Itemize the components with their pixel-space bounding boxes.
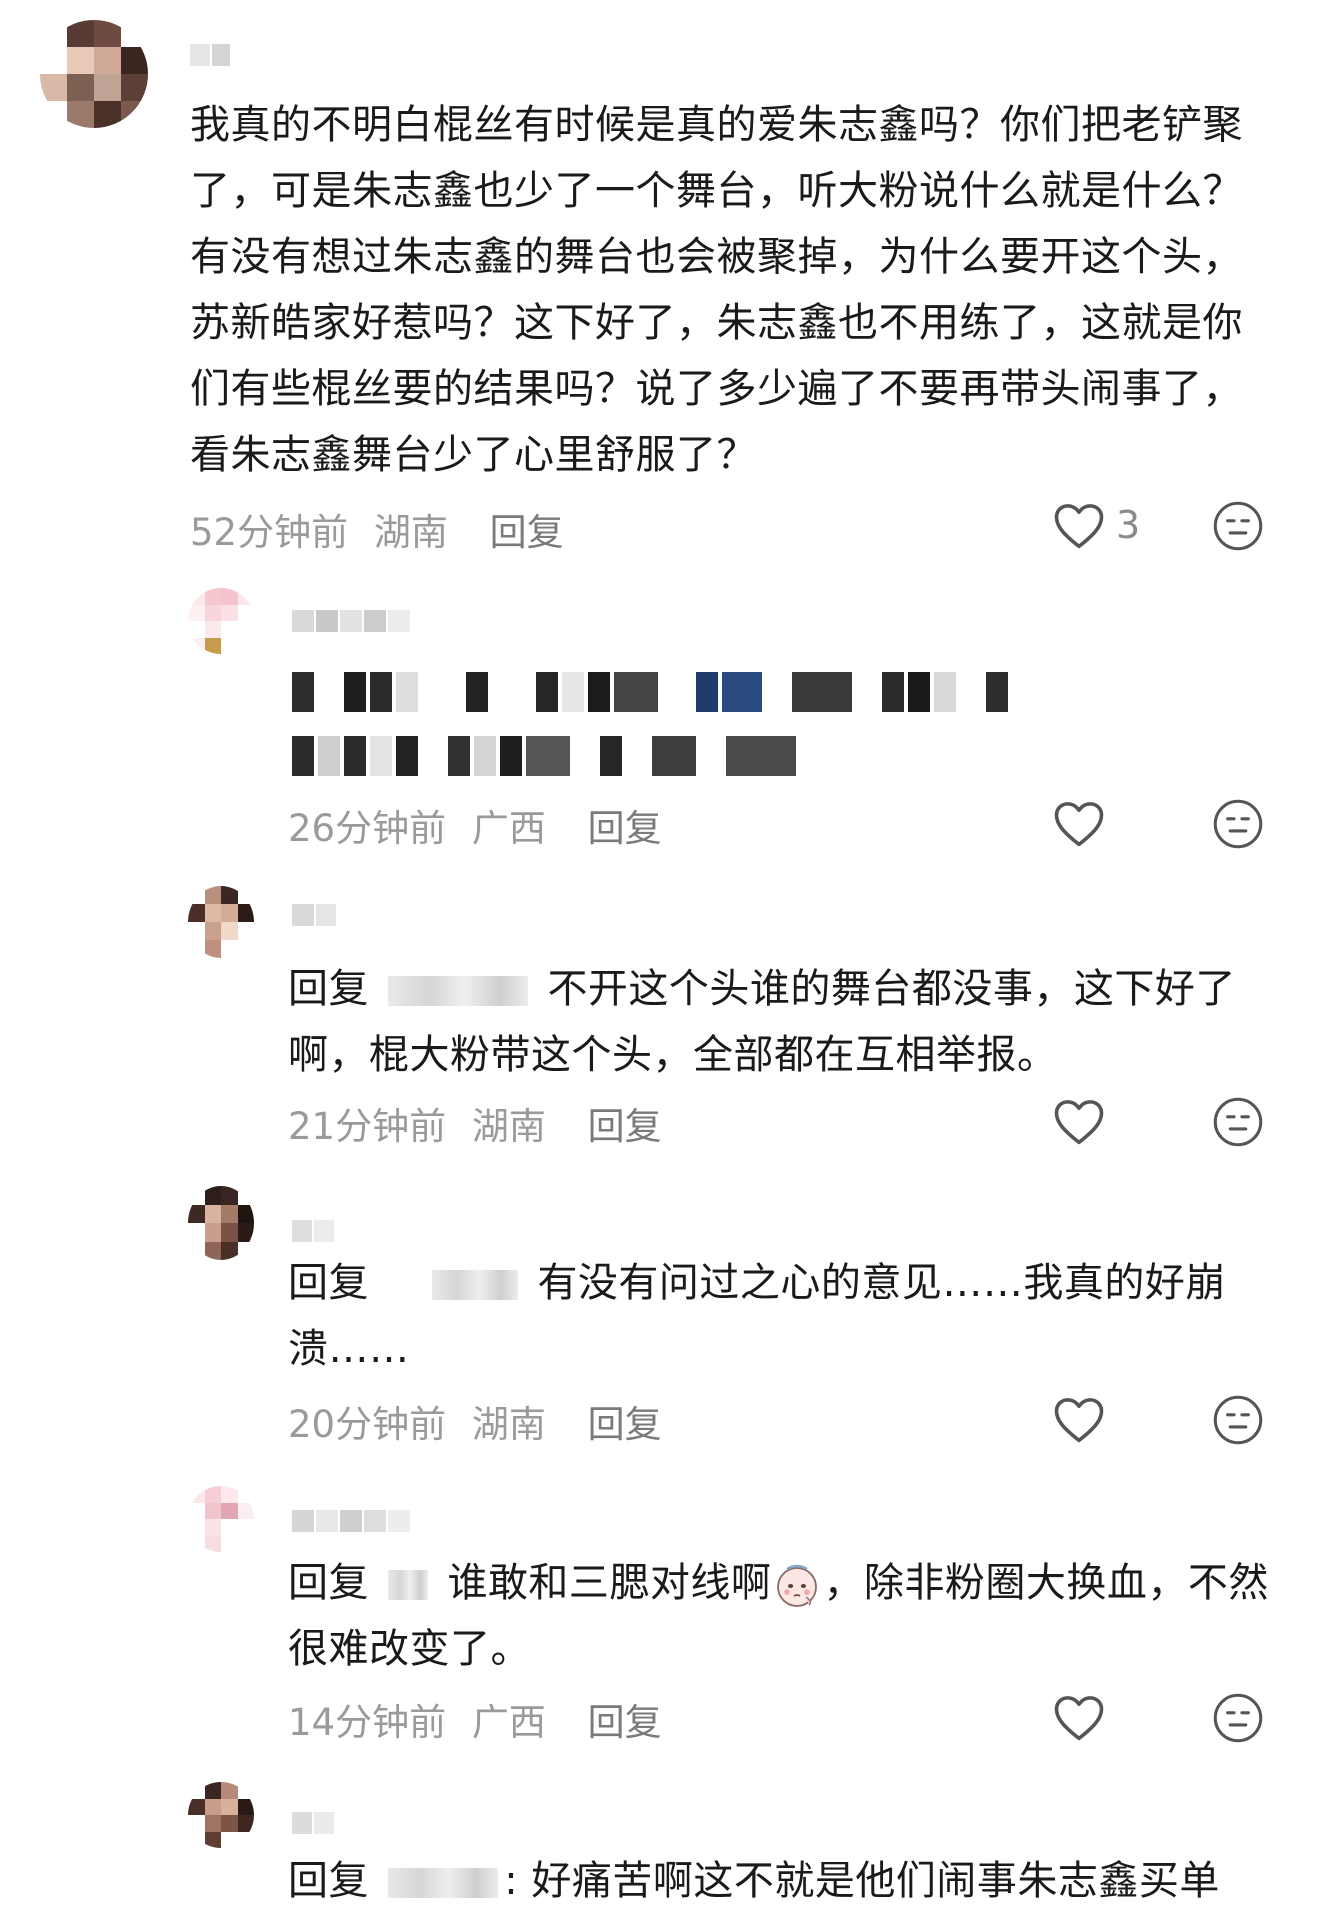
like-button[interactable]	[1052, 1692, 1106, 1742]
avatar[interactable]	[188, 886, 254, 958]
reply-button[interactable]: 回复	[490, 511, 564, 554]
reply-prefix: 回复	[288, 1260, 369, 1306]
reply-text: : 好痛苦啊这不就是他们闹事朱志鑫买单	[504, 1858, 1220, 1904]
reply-button[interactable]: 回复	[588, 1701, 662, 1744]
avatar[interactable]	[188, 1486, 254, 1552]
blurred-comment-line-1	[292, 672, 1008, 712]
username-blurred[interactable]	[292, 610, 410, 632]
timestamp: 21分钟前	[288, 1105, 447, 1148]
avatar[interactable]	[188, 1782, 254, 1848]
region: 湖南	[471, 1105, 546, 1148]
reply-text: 有没有问过之心的意见……我真的好崩溃……	[288, 1260, 1226, 1372]
timestamp: 52分钟前	[190, 511, 349, 554]
timestamp: 14分钟前	[288, 1701, 447, 1744]
region: 广西	[471, 807, 546, 850]
region: 湖南	[471, 1403, 546, 1446]
comment-meta: 52分钟前 湖南 回复	[190, 502, 564, 556]
comment-text: 回复 : 好痛苦啊这不就是他们闹事朱志鑫买单	[288, 1848, 1288, 1914]
region: 广西	[471, 1701, 546, 1744]
timestamp: 20分钟前	[288, 1403, 447, 1446]
username-blurred[interactable]	[190, 44, 230, 66]
comment-text: 回复 不开这个头谁的舞台都没事，这下好了啊，棍大粉带这个头，全部都在互相举报。	[288, 956, 1288, 1088]
timestamp: 26分钟前	[288, 807, 447, 850]
comment-text: 我真的不明白棍丝有时候是真的爱朱志鑫吗？你们把老铲聚了，可是朱志鑫也少了一个舞台…	[190, 102, 1243, 478]
mention-blurred[interactable]	[388, 976, 529, 1006]
avatar[interactable]	[40, 20, 148, 128]
avatar[interactable]	[188, 1186, 254, 1260]
like-button[interactable]	[1052, 1096, 1106, 1146]
avatar[interactable]	[188, 588, 254, 654]
reply-button[interactable]: 回复	[588, 807, 662, 850]
mention-blurred[interactable]	[388, 1570, 429, 1600]
like-count: 3	[1116, 503, 1141, 547]
comment-text: 回复 有没有问过之心的意见……我真的好崩溃……	[288, 1250, 1268, 1382]
comment-meta: 26分钟前 广西 回复	[288, 798, 662, 852]
heart-outline-icon	[1054, 1696, 1104, 1741]
blurred-comment-line-2	[292, 736, 796, 776]
region: 湖南	[373, 511, 448, 554]
username-blurred[interactable]	[292, 1812, 334, 1834]
heart-outline-icon	[1054, 504, 1104, 549]
comment-meta: 21分钟前 湖南 回复	[288, 1096, 662, 1150]
heart-outline-icon	[1054, 802, 1104, 847]
username-blurred[interactable]	[292, 1220, 334, 1242]
reply-prefix: 回复	[288, 1858, 369, 1904]
username-blurred[interactable]	[292, 1510, 410, 1532]
mention-blurred[interactable]	[388, 1868, 499, 1898]
reply-prefix: 回复	[288, 966, 369, 1012]
comment-meta: 20分钟前 湖南 回复	[288, 1394, 662, 1448]
username-blurred[interactable]	[292, 904, 336, 926]
reply-text: 谁敢和三腮对线啊	[447, 1560, 772, 1606]
heart-outline-icon	[1054, 1398, 1104, 1443]
neutral-face-icon[interactable]	[1212, 1394, 1264, 1446]
like-button[interactable]	[1052, 1394, 1106, 1444]
heart-outline-icon	[1054, 1100, 1104, 1145]
like-button[interactable]	[1052, 798, 1106, 848]
like-button[interactable]: 3	[1052, 500, 1140, 550]
crying-face-emoji-icon	[777, 1564, 818, 1607]
reply-prefix: 回复	[288, 1560, 369, 1606]
neutral-face-icon[interactable]	[1212, 798, 1264, 850]
neutral-face-icon[interactable]	[1212, 1692, 1264, 1744]
neutral-face-icon[interactable]	[1212, 500, 1264, 552]
reply-button[interactable]: 回复	[588, 1403, 662, 1446]
comment-text: 回复 谁敢和三腮对线啊 ，除非粉圈大换血，不然很难改变了。	[288, 1550, 1278, 1682]
mention-blurred[interactable]	[432, 1270, 519, 1300]
neutral-face-icon[interactable]	[1212, 1096, 1264, 1148]
comment-meta: 14分钟前 广西 回复	[288, 1692, 662, 1746]
reply-button[interactable]: 回复	[588, 1105, 662, 1148]
